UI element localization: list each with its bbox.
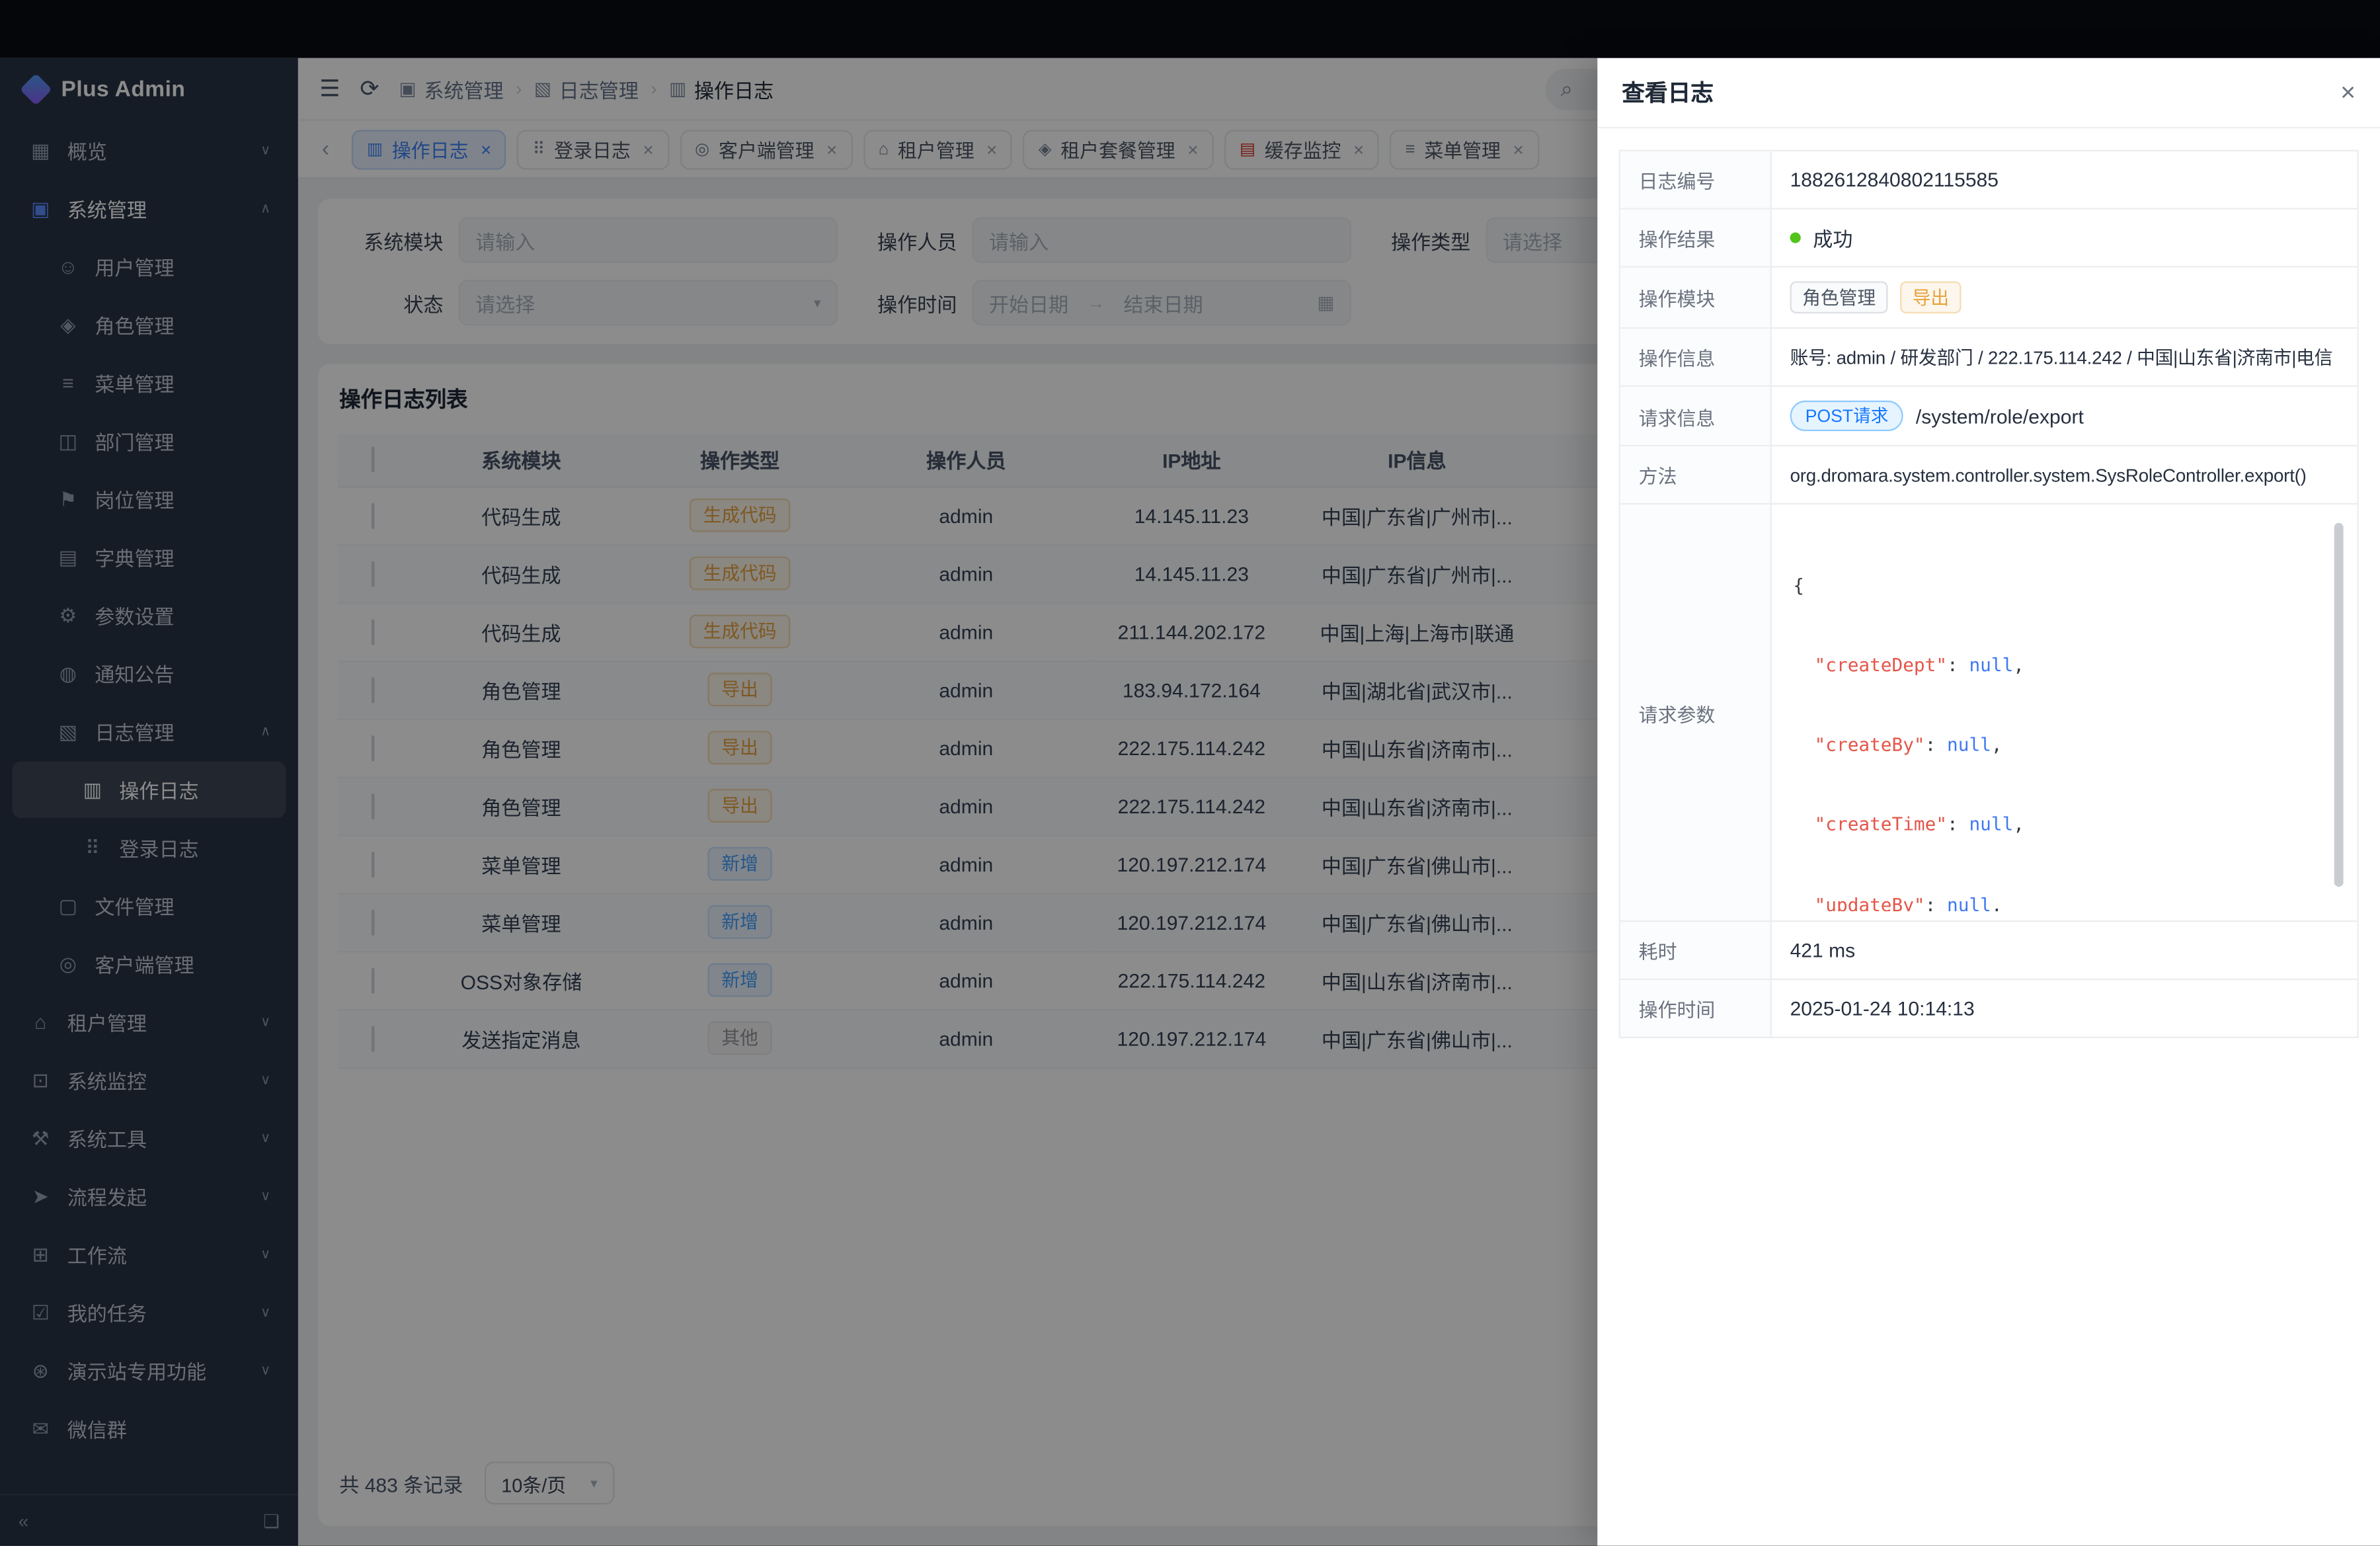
request-path: /system/role/export bbox=[1916, 405, 2084, 428]
status-badge: 成功 bbox=[1813, 224, 1852, 253]
field-value: 421 ms bbox=[1772, 922, 2358, 979]
field-value: 成功 bbox=[1772, 210, 2358, 266]
field-label: 请求参数 bbox=[1620, 505, 1772, 920]
module-tag: 角色管理 bbox=[1790, 281, 1888, 313]
drawer-header: 查看日志 × bbox=[1597, 58, 2380, 128]
field-duration: 耗时 421 ms bbox=[1620, 920, 2357, 979]
scrollbar-thumb[interactable] bbox=[2334, 523, 2344, 887]
post-method-tag: POST请求 bbox=[1790, 401, 1904, 431]
field-label: 日志编号 bbox=[1620, 151, 1772, 208]
request-params-code[interactable]: { "createDept": null, "createBy": null, … bbox=[1781, 514, 2348, 911]
field-value: POST请求/system/role/export bbox=[1772, 387, 2358, 445]
field-label: 操作信息 bbox=[1620, 329, 1772, 386]
export-tag: 导出 bbox=[1900, 281, 1962, 313]
field-value: 账号: admin / 研发部门 / 222.175.114.242 / 中国|… bbox=[1772, 329, 2358, 386]
field-info: 操作信息 账号: admin / 研发部门 / 222.175.114.242 … bbox=[1620, 327, 2357, 386]
field-log-id: 日志编号 1882612840802115585 bbox=[1620, 151, 2357, 208]
success-dot-icon bbox=[1790, 232, 1801, 243]
field-value: 2025-01-24 10:14:13 bbox=[1772, 980, 2358, 1037]
log-detail-drawer: 查看日志 × 日志编号 1882612840802115585 操作结果 成功 … bbox=[1597, 58, 2380, 1546]
field-label: 耗时 bbox=[1620, 922, 1772, 979]
field-label: 请求信息 bbox=[1620, 387, 1772, 445]
field-value: 1882612840802115585 bbox=[1772, 151, 2358, 208]
field-method: 方法 org.dromara.system.controller.system.… bbox=[1620, 445, 2357, 503]
log-descriptions: 日志编号 1882612840802115585 操作结果 成功 操作模块 角色… bbox=[1619, 150, 2359, 1038]
screen: Plus Admin ▦概览∨ ▣系统管理∧ ☺用户管理 ◈角色管理 ≡菜单管理… bbox=[0, 0, 2380, 1546]
drawer-title: 查看日志 bbox=[1622, 77, 1714, 109]
field-params: 请求参数 { "createDept": null, "createBy": n… bbox=[1620, 503, 2357, 920]
field-request: 请求信息 POST请求/system/role/export bbox=[1620, 386, 2357, 445]
field-label: 方法 bbox=[1620, 446, 1772, 503]
field-label: 操作模块 bbox=[1620, 268, 1772, 327]
field-time: 操作时间 2025-01-24 10:14:13 bbox=[1620, 979, 2357, 1037]
field-value: { "createDept": null, "createBy": null, … bbox=[1772, 505, 2358, 920]
close-icon[interactable]: × bbox=[2340, 77, 2356, 108]
field-value: org.dromara.system.controller.system.Sys… bbox=[1772, 446, 2358, 503]
field-label: 操作时间 bbox=[1620, 980, 1772, 1037]
field-result: 操作结果 成功 bbox=[1620, 208, 2357, 266]
field-label: 操作结果 bbox=[1620, 210, 1772, 266]
window-top-strip bbox=[0, 0, 2380, 58]
field-value: 角色管理导出 bbox=[1772, 268, 2358, 327]
drawer-body: 日志编号 1882612840802115585 操作结果 成功 操作模块 角色… bbox=[1597, 128, 2380, 1059]
field-module: 操作模块 角色管理导出 bbox=[1620, 266, 2357, 327]
